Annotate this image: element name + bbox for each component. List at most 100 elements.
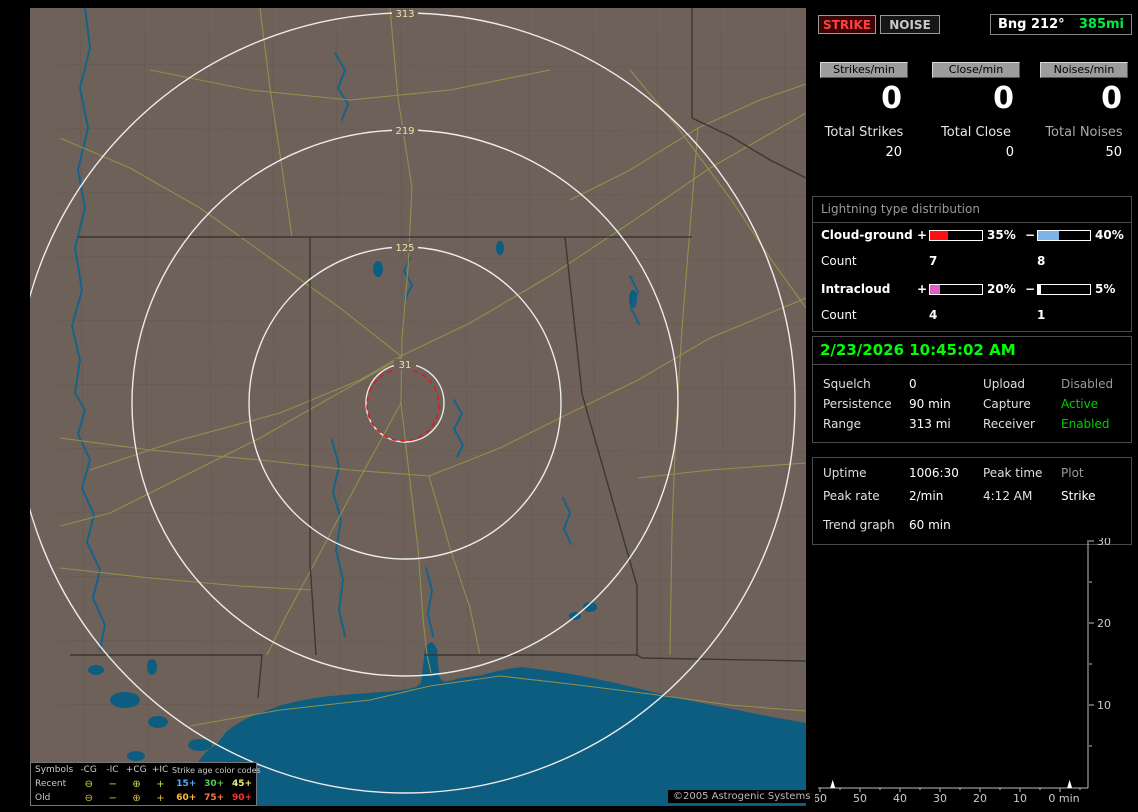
trend-x-tick-labels: 60 50 40 30 20 10 0 min xyxy=(813,792,1080,805)
svg-text:20: 20 xyxy=(973,792,987,805)
legend-col-pos-ic: +IC xyxy=(151,765,169,775)
intracloud-label: Intracloud xyxy=(821,282,891,296)
minus-sign: − xyxy=(1024,228,1036,242)
pos-ic-recent-icon: + xyxy=(156,778,165,790)
svg-text:10: 10 xyxy=(1013,792,1027,805)
pos-cg-old-icon: ⊕ xyxy=(132,792,141,804)
cg-plus-pct: 35% xyxy=(987,228,1016,242)
pos-ic-old-icon: + xyxy=(156,792,165,804)
legend-old-row: Old ⊖ − ⊕ + 60+ 75+ 90+ xyxy=(31,791,256,805)
legend-col-neg-cg: -CG xyxy=(80,765,97,775)
svg-text:30: 30 xyxy=(1097,538,1111,548)
cloud-ground-label: Cloud-ground xyxy=(821,228,913,242)
map-legend: Symbols -CG -IC +CG +IC Strike age color… xyxy=(30,762,261,806)
total-strikes-label: Total Strikes xyxy=(824,125,904,140)
ic-plus-bar xyxy=(929,283,983,295)
peak-rate-value: 2/min xyxy=(909,489,944,503)
datetime-display: 2/23/2026 10:45:02 AM xyxy=(820,341,1016,359)
total-close-label: Total Close xyxy=(941,125,1011,140)
capture-status: Active xyxy=(1061,397,1099,411)
ic-minus-count: 1 xyxy=(1037,308,1046,322)
peak-rate-row: Peak rate 2/min 4:12 AM Strike xyxy=(813,489,1131,505)
squelch-row: Squelch 0 Upload Disabled xyxy=(813,377,1131,393)
cloud-ground-count-row: Count 7 8 xyxy=(821,254,1138,268)
ring-label-125: 125 xyxy=(395,243,414,254)
range-row: Range 313 mi Receiver Enabled xyxy=(813,417,1131,433)
neg-ic-recent-icon: − xyxy=(108,778,117,790)
total-close-value: 0 xyxy=(1005,145,1014,160)
strikes-per-min-button[interactable]: Strikes/min xyxy=(820,62,908,78)
noise-button[interactable]: NOISE xyxy=(880,15,940,34)
cg-plus-bar-fill xyxy=(930,230,949,240)
sidebar: STRIKE NOISE Bng 212° 385mi Strikes/min … xyxy=(812,0,1138,812)
legend-col-neg-ic: -IC xyxy=(106,765,119,775)
cg-minus-pct: 40% xyxy=(1095,228,1124,242)
ic-plus-pct: 20% xyxy=(987,282,1016,296)
plot-value: Strike xyxy=(1061,489,1096,503)
trend-graph-row: Trend graph 60 min xyxy=(813,518,1131,534)
status-panel: 2/23/2026 10:45:02 AM Squelch 0 Upload D… xyxy=(812,336,1132,443)
strikes-per-min-value: 0 xyxy=(881,81,902,116)
trend-spikes xyxy=(830,779,1073,788)
capture-label: Capture xyxy=(983,397,1031,411)
trend-y-tick-labels: 30 20 10 xyxy=(1097,535,1111,712)
ic-minus-bar xyxy=(1037,283,1091,295)
peak-rate-label: Peak rate xyxy=(823,489,880,503)
svg-text:20: 20 xyxy=(1097,617,1111,630)
age-30: 30+ xyxy=(204,779,225,789)
legend-recent-label: Recent xyxy=(35,779,67,789)
persistence-label: Persistence xyxy=(823,397,892,411)
ic-plus-bar-fill xyxy=(930,284,941,294)
cg-plus-count: 7 xyxy=(929,254,938,268)
age-15: 15+ xyxy=(176,779,197,789)
ic-plus-count: 4 xyxy=(929,308,938,322)
legend-symbols-title: Symbols xyxy=(35,765,74,775)
range-value: 313 mi xyxy=(909,417,951,431)
plus-sign: + xyxy=(917,228,928,242)
svg-text:10: 10 xyxy=(1097,699,1111,712)
upload-status: Disabled xyxy=(1061,377,1114,391)
strike-button[interactable]: STRIKE xyxy=(818,15,876,34)
age-75: 75+ xyxy=(204,793,225,803)
stats-panel: Uptime 1006:30 Peak time Plot Peak rate … xyxy=(812,457,1132,545)
copyright-text: ©2005 Astrogenic Systems xyxy=(668,790,816,803)
svg-text:40: 40 xyxy=(893,792,907,805)
divider xyxy=(813,222,1131,223)
close-counter: Close/min 0 Total Close 0 xyxy=(926,62,1026,160)
trend-axes xyxy=(818,540,1094,792)
svg-text:30: 30 xyxy=(933,792,947,805)
close-per-min-value: 0 xyxy=(993,81,1014,116)
squelch-value: 0 xyxy=(909,377,917,391)
ring-label-219: 219 xyxy=(395,126,414,137)
radar-map[interactable]: 313 219 125 31 xyxy=(30,8,806,806)
lightning-detector-app: 313 219 125 31 Symbols -CG -IC +CG +IC S… xyxy=(0,0,1138,812)
close-per-min-button[interactable]: Close/min xyxy=(932,62,1020,78)
neg-ic-old-icon: − xyxy=(108,792,117,804)
plot-label: Plot xyxy=(1061,466,1084,480)
pos-cg-recent-icon: ⊕ xyxy=(132,778,141,790)
distribution-title: Lightning type distribution xyxy=(821,202,980,216)
count-label: Count xyxy=(821,254,857,268)
legend-old-label: Old xyxy=(35,793,51,803)
noises-per-min-button[interactable]: Noises/min xyxy=(1040,62,1128,78)
peak-time-label: Peak time xyxy=(983,466,1043,480)
ring-label-313: 313 xyxy=(395,9,414,20)
range-label: Range xyxy=(823,417,862,431)
legend-recent-row: Recent ⊖ − ⊕ + 15+ 30+ 45+ xyxy=(31,777,256,791)
strikes-counter: Strikes/min 0 Total Strikes 20 xyxy=(814,62,914,160)
receiver-label: Receiver xyxy=(983,417,1035,431)
legend-col-pos-cg: +CG xyxy=(125,765,147,775)
cg-minus-bar-fill xyxy=(1038,230,1059,240)
age-90: 90+ xyxy=(232,793,253,803)
uptime-row: Uptime 1006:30 Peak time Plot xyxy=(813,466,1131,482)
neg-cg-old-icon: ⊖ xyxy=(84,792,93,804)
trend-graph: 30 20 10 60 50 40 30 20 10 0 min xyxy=(812,535,1138,812)
intracloud-row: Intracloud + 20% − 5% xyxy=(821,282,1131,296)
divider xyxy=(813,364,1131,365)
count-label: Count xyxy=(821,308,857,322)
total-strikes-value: 20 xyxy=(885,145,902,160)
legend-header-row: Symbols -CG -IC +CG +IC Strike age color… xyxy=(31,763,261,777)
squelch-label: Squelch xyxy=(823,377,871,391)
bearing-label: Bng 212° xyxy=(998,17,1065,32)
bearing-range: 385mi xyxy=(1078,17,1124,32)
